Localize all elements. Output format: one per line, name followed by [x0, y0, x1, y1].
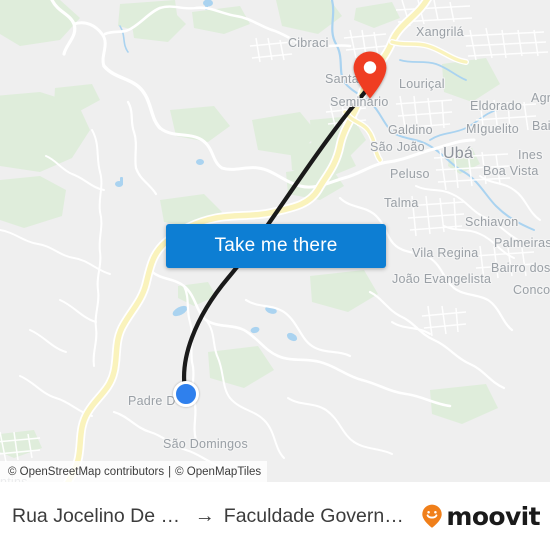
trip-destination-label: Faculdade Governador O...	[223, 504, 412, 527]
moovit-logo[interactable]: moovit	[411, 501, 541, 531]
map-canvas[interactable]: Cibraci Xangrilá Santa Louriçal Seminário Eld…	[0, 0, 550, 482]
moovit-map-widget: Cibraci Xangrilá Santa Louriçal Seminário Eld…	[0, 0, 550, 550]
attribution-separator: |	[168, 465, 172, 478]
trip-bottom-bar: Rua Jocelino De Oliveir... → Faculdade G…	[0, 482, 550, 550]
take-me-there-button[interactable]: Take me there	[166, 224, 386, 268]
map-attribution: © OpenStreetMap contributors | © OpenMap…	[0, 461, 268, 482]
origin-dot-icon[interactable]	[173, 381, 199, 407]
trip-summary[interactable]: Rua Jocelino De Oliveir... → Faculdade G…	[12, 505, 411, 528]
osm-attribution-link[interactable]: © OpenStreetMap contributors	[8, 466, 164, 478]
arrow-right-icon: →	[194, 505, 215, 527]
trip-origin-label: Rua Jocelino De Oliveir...	[12, 504, 186, 527]
moovit-wordmark: moovit	[446, 501, 540, 531]
moovit-pin-icon	[422, 504, 443, 528]
openmaptiles-attribution-link[interactable]: © OpenMapTiles	[175, 466, 261, 478]
destination-pin-icon[interactable]	[351, 50, 389, 100]
